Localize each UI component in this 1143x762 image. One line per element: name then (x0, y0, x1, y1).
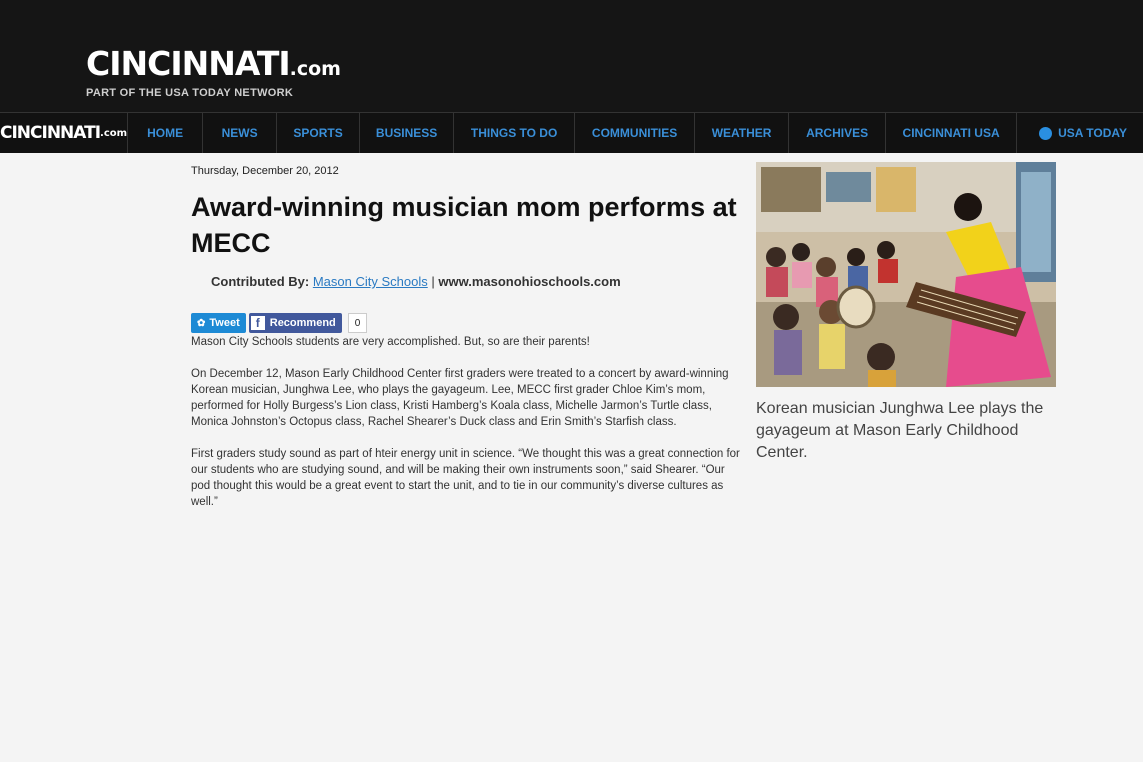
article-paragraph: First graders study sound as part of hte… (191, 448, 740, 508)
nav-item-business[interactable]: BUSINESS (360, 113, 455, 153)
site-header: CINCINNATI.com PART OF THE USA TODAY NET… (0, 0, 1143, 112)
usa-today-globe-icon (1039, 126, 1053, 140)
social-buttons: ✿ Tweet f Recommend 0 (191, 313, 741, 333)
contributor-site: www.masonohioschools.com (438, 274, 621, 289)
contributor-label: Contributed By: (211, 274, 310, 289)
nav-item-communities[interactable]: COMMUNITIES (575, 113, 696, 153)
article: Thursday, December 20, 2012 Award-winnin… (191, 165, 741, 526)
nav-item-weather[interactable]: WEATHER (695, 113, 790, 153)
article-paragraph: Mason City Schools students are very acc… (191, 336, 590, 348)
tweet-button[interactable]: ✿ Tweet (191, 313, 246, 333)
nav-item-cincinnati-usa[interactable]: CINCINNATI USA (886, 113, 1018, 153)
article-photo: Korean musician Junghwa Lee plays the ga… (756, 162, 1056, 464)
logo-brand: CINCINNATI (86, 44, 291, 83)
contributor-line: Contributed By: Mason City Schools | www… (211, 274, 741, 289)
facebook-icon: f (250, 316, 265, 330)
article-date: Thursday, December 20, 2012 (191, 165, 339, 177)
nav-logo[interactable]: CINCINNATI .com (0, 113, 129, 153)
nav-item-home[interactable]: HOME (128, 113, 204, 153)
classroom-concert-illustration (756, 162, 1056, 387)
logo-tagline: PART OF THE USA TODAY NETWORK (86, 87, 294, 99)
recommend-count: 0 (347, 313, 368, 333)
recommend-button[interactable]: f Recommend (248, 313, 342, 333)
site-logo[interactable]: CINCINNATI.com PART OF THE USA TODAY NET… (86, 44, 341, 100)
nav-item-news[interactable]: NEWS (203, 113, 278, 153)
photo-image[interactable] (756, 162, 1056, 387)
photo-caption: Korean musician Junghwa Lee plays the ga… (756, 400, 1044, 461)
main-nav: CINCINNATI .com HOME NEWS SPORTS BUSINESS… (0, 112, 1143, 153)
article-title: Award-winning musician mom performs at M… (191, 192, 737, 258)
nav-item-things-to-do[interactable]: THINGS TO DO (454, 113, 576, 153)
contributor-separator: | (431, 274, 435, 289)
twitter-bird-icon: ✿ (197, 317, 206, 329)
nav-item-usa-today[interactable]: USA TODAY (1017, 113, 1143, 153)
article-paragraph: On December 12, Mason Early Childhood Ce… (191, 368, 729, 428)
logo-suffix: .com (289, 58, 341, 80)
article-body: Mason City Schools students are very acc… (191, 334, 741, 510)
contributor-link[interactable]: Mason City Schools (313, 274, 428, 289)
nav-item-archives[interactable]: ARCHIVES (789, 113, 887, 153)
nav-item-sports[interactable]: SPORTS (277, 113, 361, 153)
